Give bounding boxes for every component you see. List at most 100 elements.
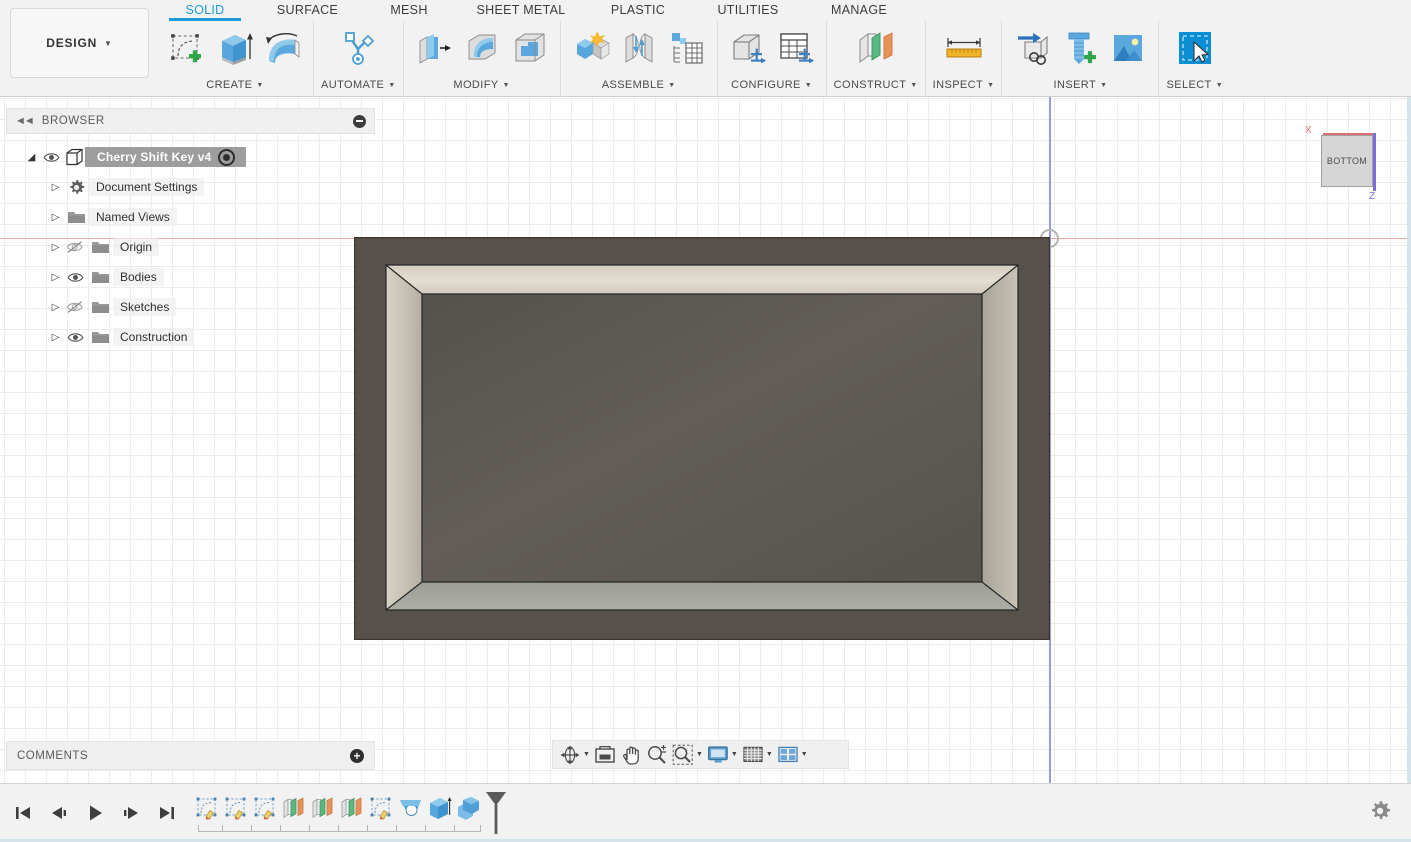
browser-header[interactable]: ◄◄ BROWSER [6, 108, 375, 134]
new-component-button[interactable] [568, 23, 614, 73]
insert-derive-button[interactable] [1009, 23, 1055, 73]
zoom-button[interactable] [644, 742, 670, 767]
activate-component-radio[interactable] [217, 148, 235, 166]
press-pull-button[interactable] [411, 23, 457, 73]
view-cube-face[interactable]: BOTTOM [1321, 135, 1373, 187]
panel-assemble-label-group[interactable]: ASSEMBLE ▼ [602, 75, 676, 95]
tab-plastic[interactable]: PLASTIC [584, 0, 692, 17]
measure-button[interactable] [934, 23, 994, 73]
tree-item-cherry-shift-key-v4[interactable]: ◢ Cherry Shift Key v4 [6, 142, 375, 172]
timeline-loft-1[interactable] [396, 791, 425, 825]
visibility-eye-hidden-icon[interactable] [63, 300, 87, 314]
panel-inspect-label: INSPECT [932, 79, 984, 91]
sketch-feature-icon [254, 797, 275, 820]
look-at-button[interactable] [592, 742, 618, 767]
chevron-down-icon: ▼ [765, 751, 773, 758]
tab-sheet-metal[interactable]: SHEET METAL [458, 0, 584, 17]
go-to-end-button[interactable] [154, 800, 180, 826]
panel-configure-label-group[interactable]: CONFIGURE ▼ [731, 75, 812, 95]
press-pull-icon [419, 34, 451, 64]
timeline-track [193, 791, 506, 835]
comments-panel[interactable]: COMMENTS + [6, 741, 375, 770]
expand-arrow-icon[interactable]: ▷ [48, 212, 63, 223]
viewports-button[interactable]: ▼ [775, 742, 810, 767]
expand-arrow-icon[interactable]: ▷ [48, 182, 63, 193]
timeline-settings-button[interactable] [1369, 800, 1391, 827]
design-workspace-button[interactable]: DESIGN ▼ [10, 8, 149, 78]
revolve-button[interactable] [260, 23, 306, 73]
step-back-button[interactable] [46, 800, 72, 826]
tree-item-named-views[interactable]: ▷ Named Views [6, 202, 375, 232]
panel-create-label: CREATE [206, 79, 253, 91]
joint-icon [625, 33, 653, 63]
expand-arrow-icon[interactable]: ▷ [48, 242, 63, 253]
insert-decal-button[interactable] [1105, 23, 1151, 73]
panel-select-label-group[interactable]: SELECT ▼ [1166, 75, 1223, 95]
zoom-window-button[interactable]: ▼ [670, 742, 705, 767]
timeline-sketch-2[interactable] [222, 791, 251, 825]
tree-item-document-settings[interactable]: ▷ Document Settings [6, 172, 375, 202]
browser-minimize-button[interactable] [353, 114, 366, 128]
timeline-sketch-3[interactable] [251, 791, 280, 825]
grid-snaps-button[interactable]: ▼ [740, 742, 775, 767]
assemble-table-button[interactable] [664, 23, 710, 73]
fillet-button[interactable] [459, 23, 505, 73]
panel-automate-label-group[interactable]: AUTOMATE ▼ [321, 75, 396, 95]
tab-utilities-label: UTILITIES [717, 3, 779, 17]
timeline-plane-2[interactable] [309, 791, 338, 825]
display-settings-button[interactable]: ▼ [705, 742, 740, 767]
select-button[interactable] [1172, 23, 1218, 73]
insert-mcmaster-button[interactable] [1057, 23, 1103, 73]
tab-solid[interactable]: SOLID [155, 0, 255, 17]
tab-mesh[interactable]: MESH [360, 0, 458, 17]
chevron-down-icon: ▼ [104, 38, 113, 48]
create-sketch-button[interactable] [164, 23, 210, 73]
tree-item-origin[interactable]: ▷ Origin [6, 232, 375, 262]
chevron-down-icon: ▼ [910, 81, 918, 89]
automate-button[interactable] [335, 23, 381, 73]
tab-utilities[interactable]: UTILITIES [692, 0, 804, 17]
play-button[interactable] [82, 800, 108, 826]
expand-arrow-icon[interactable]: ▷ [48, 302, 63, 313]
timeline-plane-3[interactable] [338, 791, 367, 825]
tab-surface[interactable]: SURFACE [255, 0, 360, 17]
view-cube[interactable]: BOTTOM X Z [1305, 125, 1405, 225]
expand-arrow-icon[interactable]: ▷ [48, 332, 63, 343]
shell-button[interactable] [507, 23, 553, 73]
timeline-sketch-1[interactable] [193, 791, 222, 825]
tree-item-construction[interactable]: ▷ Construction [6, 322, 375, 352]
step-forward-button[interactable] [118, 800, 144, 826]
panel-inspect-label-group[interactable]: INSPECT ▼ [933, 75, 995, 95]
timeline-extrude-1[interactable] [425, 791, 454, 825]
configure-part-button[interactable] [725, 23, 771, 73]
expand-arrow-icon[interactable]: ▷ [48, 272, 63, 283]
panel-construct-label-group[interactable]: CONSTRUCT ▼ [834, 75, 918, 95]
extrude-button[interactable] [212, 23, 258, 73]
configure-table-button[interactable] [773, 23, 819, 73]
joint-button[interactable] [616, 23, 662, 73]
tree-item-sketches[interactable]: ▷ Sketches [6, 292, 375, 322]
visibility-eye-icon[interactable] [63, 331, 87, 344]
orbit-button[interactable]: ▼ [557, 742, 592, 767]
panel-insert-label-group[interactable]: INSERT ▼ [1054, 75, 1108, 95]
hollow-box-shell-model[interactable] [354, 237, 1050, 640]
visibility-eye-icon[interactable] [63, 271, 87, 284]
timeline-sketch-4[interactable] [367, 791, 396, 825]
construct-plane-button[interactable] [846, 23, 906, 73]
zoom-icon [647, 744, 666, 764]
tab-manage[interactable]: MANAGE [804, 0, 914, 17]
timeline-end-marker[interactable] [484, 791, 506, 835]
panel-modify-label-group[interactable]: MODIFY ▼ [453, 75, 510, 95]
ribbon-toolbar: DESIGN ▼ SOLID SURFACE MESH SHEET METAL … [0, 0, 1411, 97]
visibility-eye-hidden-icon[interactable] [63, 240, 87, 254]
collapse-browser-icon[interactable]: ◄◄ [15, 115, 35, 127]
go-to-beginning-button[interactable] [10, 800, 36, 826]
visibility-eye-icon[interactable] [39, 151, 63, 164]
timeline-combine-1[interactable] [454, 791, 483, 825]
tree-item-bodies[interactable]: ▷ Bodies [6, 262, 375, 292]
expand-arrow-icon[interactable]: ◢ [24, 152, 39, 163]
panel-create-label-group[interactable]: CREATE ▼ [206, 75, 264, 95]
add-comment-button[interactable]: + [350, 748, 364, 763]
pan-button[interactable] [618, 742, 644, 767]
timeline-plane-1[interactable] [280, 791, 309, 825]
